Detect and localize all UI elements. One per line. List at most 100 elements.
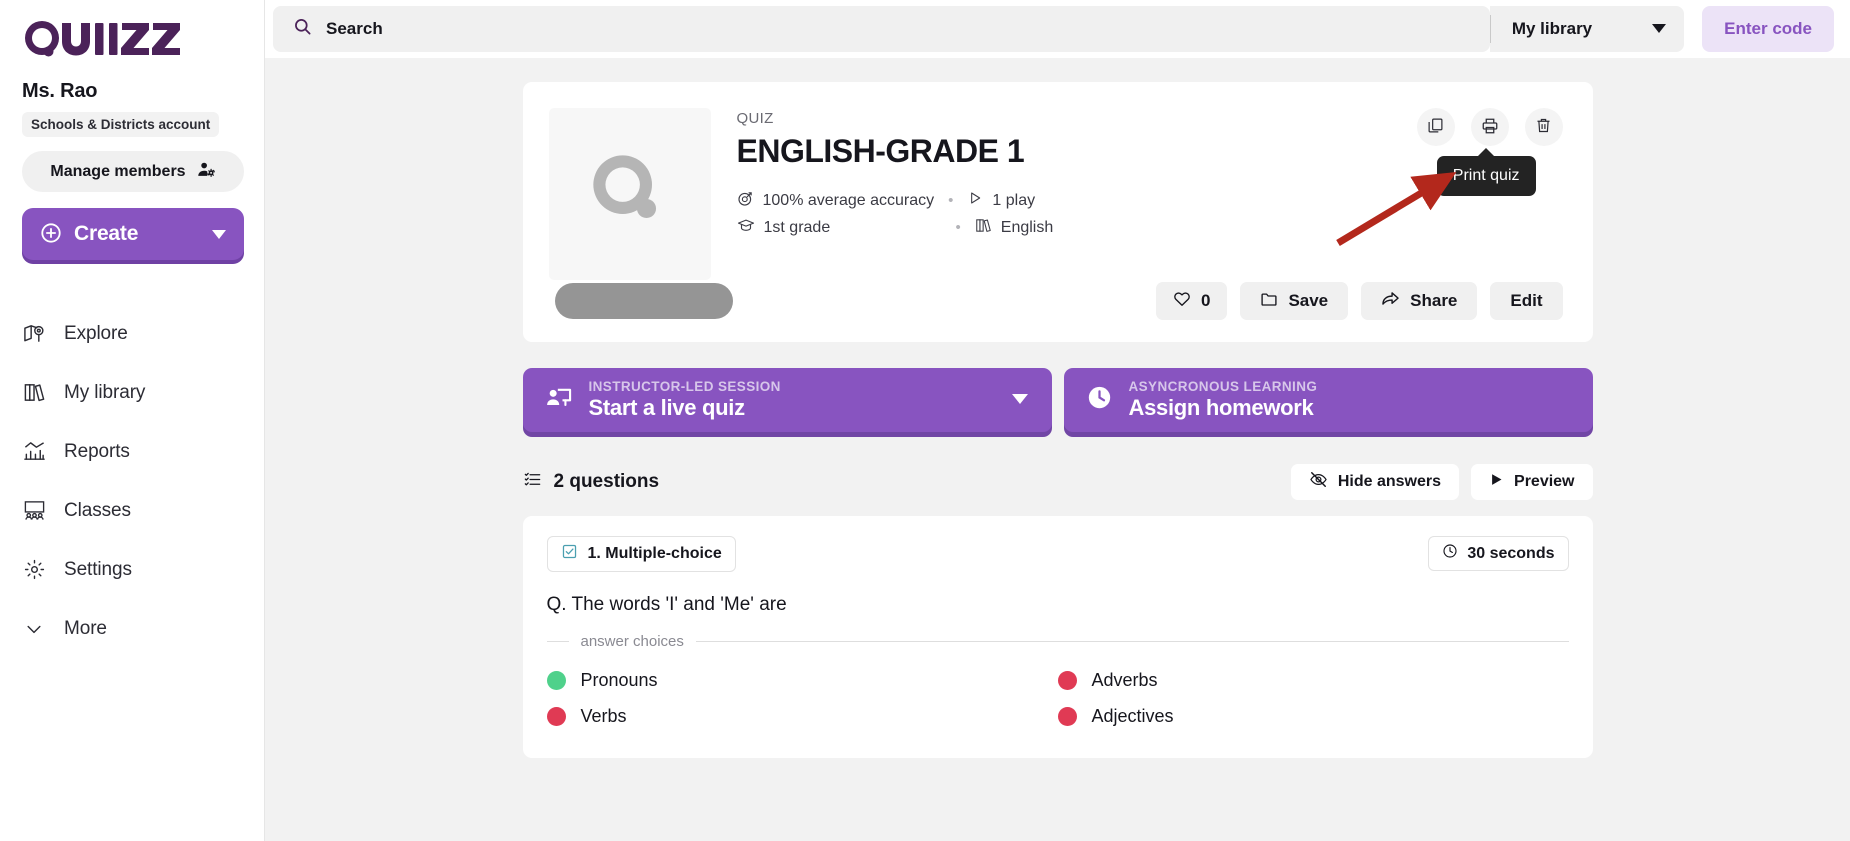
answer-choice-label: Adverbs [1092, 670, 1158, 691]
chevron-down-icon [22, 619, 46, 639]
question-time-badge: 30 seconds [1428, 536, 1568, 571]
session-options: INSTRUCTOR-LED SESSION Start a live quiz [523, 368, 1593, 432]
target-icon [737, 190, 754, 212]
answer-choice-label: Pronouns [581, 670, 658, 691]
delete-quiz-button[interactable] [1525, 108, 1563, 146]
sidebar-item-label: My library [64, 382, 145, 404]
plus-circle-icon [40, 222, 62, 247]
content-column: Print quiz QUIZ EN [523, 82, 1593, 758]
like-count: 0 [1201, 291, 1210, 311]
duplicate-quiz-button[interactable] [1417, 108, 1455, 146]
session-title: Assign homework [1129, 395, 1318, 421]
search-icon [293, 17, 312, 41]
question-time-label: 30 seconds [1467, 545, 1554, 563]
search-input[interactable] [326, 19, 1470, 39]
question-text: Q. The words 'I' and 'Me' are [547, 594, 1569, 616]
sidebar-item-reports[interactable]: Reports [22, 422, 242, 481]
quiz-header-row: QUIZ ENGLISH-GRADE 1 [549, 108, 1563, 280]
books-icon [975, 217, 992, 239]
sidebar-item-settings[interactable]: Settings [22, 540, 242, 599]
start-live-quiz-card[interactable]: INSTRUCTOR-LED SESSION Start a live quiz [523, 368, 1052, 432]
share-label: Share [1410, 291, 1457, 311]
caret-down-icon[interactable] [1012, 391, 1028, 409]
search-bar[interactable] [273, 6, 1490, 52]
answer-choice[interactable]: Verbs [547, 698, 1058, 734]
folder-icon [1260, 290, 1278, 313]
like-button[interactable]: 0 [1156, 282, 1227, 320]
clock-icon [1086, 384, 1113, 416]
quiz-actions-row: 0 Save [549, 282, 1563, 320]
preview-button[interactable]: Preview [1471, 464, 1592, 500]
quiz-subject-stat: English [975, 217, 1053, 239]
sidebar-item-classes[interactable]: Classes [22, 481, 242, 540]
save-button[interactable]: Save [1240, 282, 1348, 320]
hide-answers-button[interactable]: Hide answers [1291, 464, 1459, 500]
answer-choice[interactable]: Pronouns [547, 662, 1058, 698]
trash-icon [1535, 117, 1552, 137]
chevron-down-icon[interactable] [212, 227, 226, 242]
quiz-stats: 100% average accuracy • [737, 187, 1563, 241]
content-scroll: Print quiz QUIZ EN [265, 58, 1850, 841]
heart-icon [1173, 290, 1191, 313]
eye-slash-icon [1309, 470, 1328, 494]
answer-status-dot-correct [547, 671, 566, 690]
question-type-badge: 1. Multiple-choice [547, 536, 736, 572]
quiz-accuracy-text: 100% average accuracy [763, 192, 935, 210]
answer-choices-label-text: answer choices [581, 633, 684, 650]
presenter-screen-icon [545, 384, 573, 417]
account-name: Ms. Rao [22, 80, 242, 103]
play-triangle-icon [967, 190, 983, 211]
list-icon [523, 470, 542, 495]
assign-homework-card[interactable]: ASYNCRONOUS LEARNING Assign homework [1064, 368, 1593, 432]
classroom-people-icon [22, 499, 46, 522]
printer-icon [1481, 117, 1499, 138]
account-type-badge: Schools & Districts account [22, 112, 219, 137]
share-arrow-icon [1381, 289, 1400, 313]
sidebar-item-label: Explore [64, 323, 128, 345]
caret-down-icon [1652, 20, 1666, 38]
sidebar-item-my-library[interactable]: My library [22, 363, 242, 422]
main-area: My library Enter code [265, 0, 1850, 841]
share-button[interactable]: Share [1361, 282, 1477, 320]
quiz-grade-text: 1st grade [764, 219, 831, 237]
answer-choice[interactable]: Adverbs [1058, 662, 1569, 698]
sidebar-item-explore[interactable]: Explore [22, 304, 242, 363]
library-scope-select[interactable]: My library [1490, 6, 1684, 52]
hide-answers-label: Hide answers [1338, 473, 1441, 491]
books-icon [22, 381, 46, 404]
quizizz-logo[interactable] [22, 10, 242, 66]
session-subtitle: INSTRUCTOR-LED SESSION [589, 379, 781, 394]
sidebar-nav: Explore My library [22, 304, 242, 658]
answer-status-dot-incorrect [547, 707, 566, 726]
edit-label: Edit [1510, 291, 1542, 311]
manage-members-label: Manage members [50, 163, 185, 181]
create-button[interactable]: Create [22, 208, 244, 260]
session-title: Start a live quiz [589, 395, 781, 421]
quiz-stats-row-2: 1st grade • [737, 214, 1563, 241]
bar-chart-icon [22, 440, 46, 463]
graduation-cap-icon [737, 216, 755, 239]
quiz-plays-text: 1 play [992, 192, 1035, 210]
print-quiz-tooltip: Print quiz [1437, 156, 1536, 196]
answer-choice[interactable]: Adjectives [1058, 698, 1569, 734]
sidebar-item-label: More [64, 618, 107, 640]
question-count-label: 2 questions [554, 471, 660, 493]
quiz-grade-stat: 1st grade [737, 216, 942, 239]
redacted-author-pill [555, 283, 733, 319]
print-quiz-button[interactable] [1471, 108, 1509, 146]
create-label: Create [74, 222, 138, 246]
edit-button[interactable]: Edit [1490, 282, 1562, 320]
answer-choices-label: answer choices [547, 633, 1569, 650]
sidebar-item-more[interactable]: More [22, 599, 242, 658]
question-card: 1. Multiple-choice 30 seconds Q. The wor… [523, 516, 1593, 758]
question-type-label: 1. Multiple-choice [588, 545, 722, 563]
top-bar: My library Enter code [265, 0, 1850, 58]
enter-code-button[interactable]: Enter code [1702, 6, 1834, 52]
checkbox-icon [561, 543, 578, 565]
answer-status-dot-incorrect [1058, 707, 1077, 726]
preview-label: Preview [1514, 473, 1574, 491]
questions-header: 2 questions Hide answers [523, 464, 1593, 500]
manage-members-button[interactable]: Manage members [22, 151, 244, 192]
sidebar-item-label: Reports [64, 441, 130, 463]
save-label: Save [1288, 291, 1328, 311]
